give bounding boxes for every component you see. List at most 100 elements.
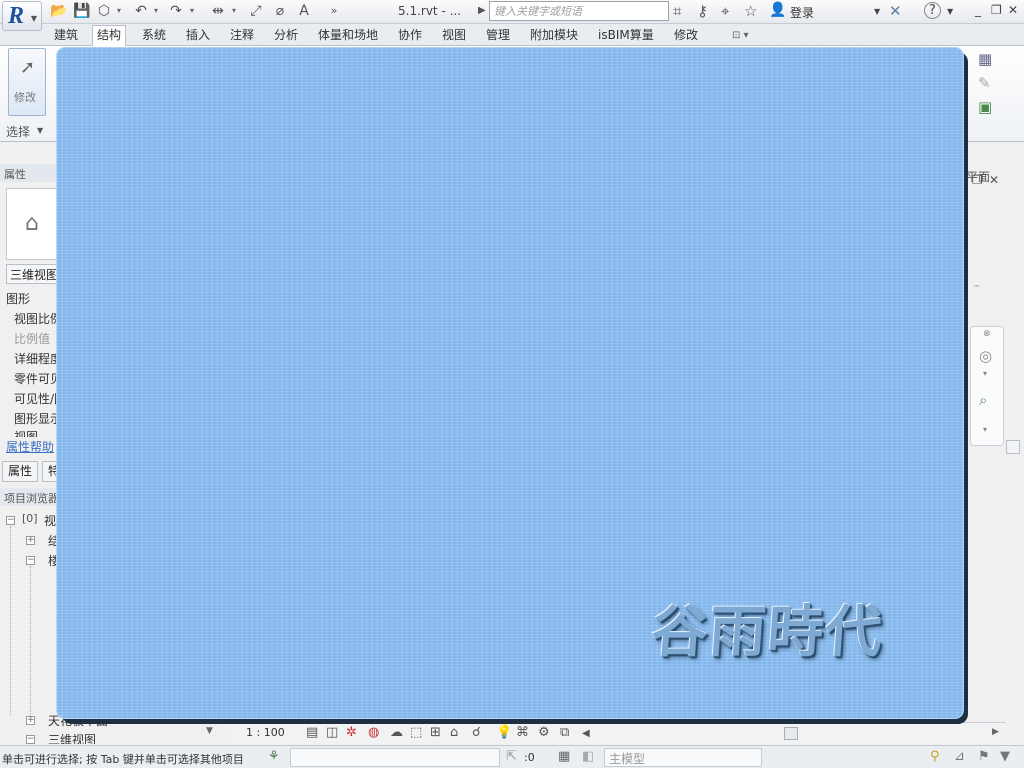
tree-expand-icon[interactable]: + (26, 536, 35, 545)
detail-level-icon[interactable]: ▤ (306, 725, 318, 740)
tab-isbim[interactable]: isBIM算量 (594, 26, 658, 45)
shadows-icon[interactable]: ◍ (368, 725, 379, 740)
binoculars-icon[interactable]: ⌗ (673, 2, 681, 20)
tab-systems[interactable]: 系统 (138, 26, 170, 45)
viewcube-edge-icon[interactable]: ┅ (974, 282, 979, 292)
view-scale[interactable]: 1 : 100 (246, 726, 285, 739)
zoom-icon[interactable]: ⌕ (979, 391, 987, 409)
tab-view[interactable]: 视图 (438, 26, 470, 45)
tab-properties[interactable]: 属性 (2, 461, 39, 482)
tab-annotate[interactable]: 注释 (226, 26, 258, 45)
favorites-star-icon[interactable]: ☆ (744, 2, 757, 20)
tab-add-ins[interactable]: 附加模块 (526, 26, 582, 45)
chevron-down-icon[interactable]: ▾ (983, 425, 987, 434)
chevron-down-icon[interactable]: ▾ (983, 369, 987, 378)
subscription-key-icon[interactable]: ⚷ (697, 2, 708, 20)
minimize-icon[interactable]: _ (975, 3, 981, 17)
highlight-displacement-icon[interactable]: ⧉ (560, 725, 569, 740)
design-option-dropdown[interactable]: 主模型 (604, 748, 762, 767)
undo-icon[interactable]: ↶ (133, 3, 149, 19)
exchange-apps-icon[interactable]: ✕ (889, 2, 902, 20)
property-row[interactable]: 详细程度 (14, 350, 62, 367)
open-icon[interactable]: 📂 (50, 3, 67, 19)
select-panel-title[interactable]: 选择 (6, 123, 30, 140)
select-underlay-icon[interactable]: ⊿ (954, 749, 965, 764)
measure-icon[interactable]: ⇹ (210, 3, 226, 19)
steering-wheel-icon[interactable]: ◎ (979, 347, 992, 365)
worksharing-icon[interactable]: ⌘ (516, 725, 529, 740)
select-links-icon[interactable]: ⚲ (930, 749, 940, 764)
crop-view-icon[interactable]: ⬚ (410, 725, 422, 740)
sync-icon[interactable]: ⬡ (96, 3, 112, 19)
play-icon[interactable]: ▶ (478, 5, 486, 16)
reveal-hidden-icon[interactable]: 💡 (496, 725, 512, 740)
chevron-down-icon[interactable]: ▼ (37, 126, 43, 135)
show-crop-icon[interactable]: ⊞ (430, 725, 441, 740)
help-icon[interactable]: ? (924, 2, 941, 19)
tab-manage[interactable]: 管理 (482, 26, 514, 45)
property-row[interactable]: 视图 (14, 428, 38, 437)
vertical-scrollbar-thumb[interactable] (1006, 440, 1020, 454)
tree-expand-icon[interactable]: + (26, 716, 35, 725)
tab-structure[interactable]: 结构 (92, 25, 127, 46)
chevron-left-icon[interactable]: ◀ (582, 728, 590, 739)
temporary-hide-icon[interactable]: ☌ (472, 725, 481, 740)
close-icon[interactable]: ⊗ (983, 329, 991, 339)
close-icon[interactable]: ✕ (1008, 3, 1018, 17)
render-icon[interactable]: ☁ (390, 725, 403, 740)
chevron-down-icon[interactable]: ▼ (947, 7, 953, 16)
dimension-icon[interactable]: ⤢ (248, 3, 264, 19)
chevron-down-icon[interactable]: ▾ (190, 6, 194, 15)
select-by-face-icon[interactable]: ▼ (1000, 749, 1010, 764)
worksets-icon[interactable]: ⚘ (268, 749, 280, 764)
text-icon[interactable]: A (296, 3, 312, 19)
ribbon-toggle-icon[interactable]: ⊡ ▾ (728, 26, 753, 45)
restore-icon[interactable]: ❐ (991, 3, 1002, 17)
visual-style-icon[interactable]: ◫ (326, 725, 338, 740)
tab-architecture[interactable]: 建筑 (50, 26, 82, 45)
login-link[interactable]: 登录 (790, 4, 814, 21)
redo-icon[interactable]: ↷ (168, 3, 184, 19)
tree-collapse-icon[interactable]: − (26, 556, 35, 565)
chevron-down-icon[interactable]: ▾ (117, 6, 121, 15)
tree-collapse-icon[interactable]: − (26, 735, 35, 744)
workset-dropdown[interactable] (290, 748, 500, 767)
chevron-down-icon[interactable]: ▾ (154, 6, 158, 15)
chevron-down-icon[interactable]: ▼ (874, 7, 880, 16)
lock-view-icon[interactable]: ⌂ (450, 725, 458, 740)
reference-plane-icon[interactable]: ▣ (978, 98, 992, 116)
communication-icon[interactable]: ⌖ (721, 2, 729, 20)
sun-path-icon[interactable]: ✲ (346, 725, 357, 740)
tab-collaborate[interactable]: 协作 (394, 26, 426, 45)
chevron-right-icon[interactable]: ▶ (992, 727, 999, 737)
editable-only-icon[interactable]: ▦ (558, 749, 570, 764)
edit-plane-icon[interactable]: ✎ (978, 74, 991, 92)
plan-view-icon[interactable]: ▦ (978, 50, 992, 68)
tree-collapse-icon[interactable]: − (6, 516, 15, 525)
modify-button[interactable]: ➚ 修改 (8, 48, 46, 116)
tree-item-3d-views[interactable]: 三维视图 (48, 731, 96, 744)
tab-massing-site[interactable]: 体量和场地 (314, 26, 382, 45)
tab-insert[interactable]: 插入 (182, 26, 214, 45)
type-selector[interactable]: 三维视图 (6, 264, 60, 284)
tab-analyze[interactable]: 分析 (270, 26, 302, 45)
application-menu-button[interactable]: R ▼ (2, 1, 42, 31)
tag-icon[interactable]: ⌀ (272, 3, 288, 19)
restore-view-icon[interactable]: ❐ (972, 173, 983, 187)
horizontal-scrollbar-thumb[interactable] (784, 727, 798, 740)
chevron-down-icon[interactable]: ▾ (232, 6, 236, 15)
save-icon[interactable]: 💾 (73, 3, 90, 19)
tab-modify[interactable]: 修改 (670, 26, 702, 45)
user-icon[interactable]: 👤 (769, 2, 786, 18)
search-input[interactable] (489, 1, 669, 21)
scroll-down-icon[interactable]: ▼ (206, 726, 213, 736)
property-row[interactable]: 比例值 (14, 330, 50, 347)
properties-help-link[interactable]: 属性帮助 (6, 438, 54, 455)
analytical-model-icon[interactable]: ⚙ (538, 725, 550, 740)
more-icon[interactable]: » (326, 3, 342, 19)
close-view-icon[interactable]: ✕ (989, 173, 999, 187)
pick-icon[interactable]: ⇱ (506, 749, 517, 764)
select-pinned-icon[interactable]: ⚑ (978, 749, 990, 764)
design-options-icon[interactable]: ◧ (582, 749, 594, 764)
property-row[interactable]: 视图比例 (14, 310, 62, 327)
